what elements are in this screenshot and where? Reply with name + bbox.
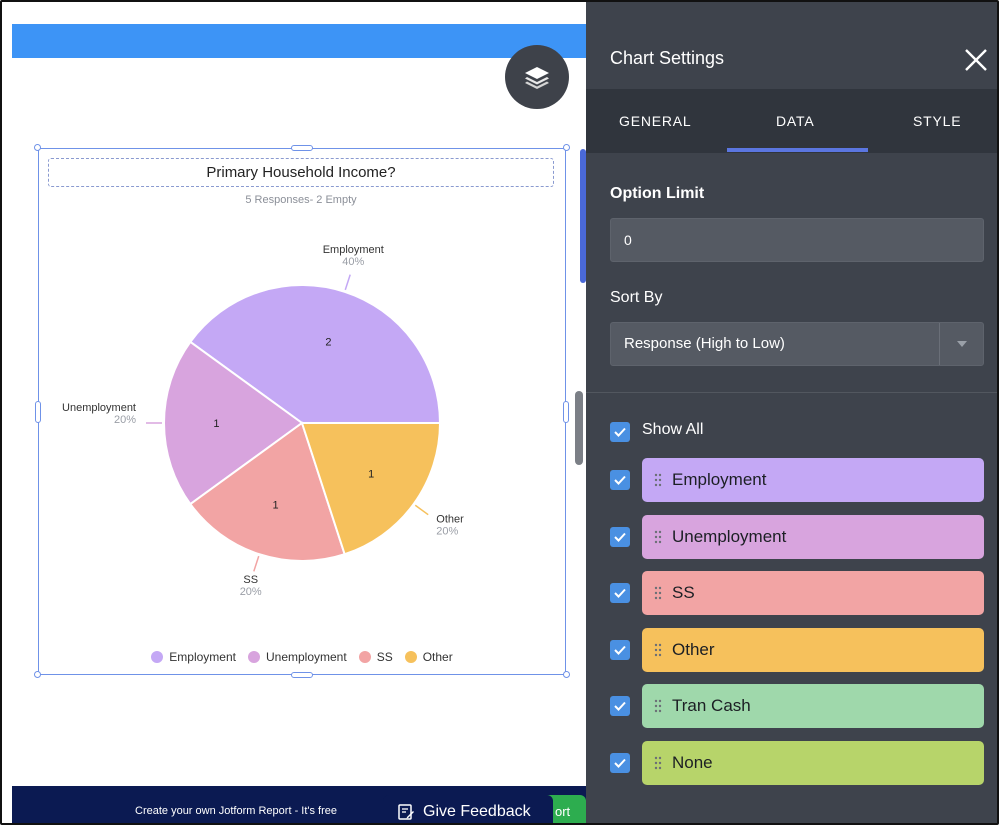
legend-dot-icon bbox=[358, 651, 371, 663]
page-top-bar bbox=[12, 24, 586, 58]
option-row[interactable]: None bbox=[642, 741, 984, 785]
chart-legend: Employment Unemployment SS Other bbox=[38, 650, 566, 664]
pie-chart: 2Employment40%1Unemployment20%1SS20%1Oth… bbox=[62, 244, 464, 598]
panel-divider bbox=[586, 392, 997, 393]
checkmark-icon bbox=[614, 427, 626, 437]
option-checkbox[interactable] bbox=[610, 527, 630, 547]
panel-title: Chart Settings bbox=[610, 48, 725, 68]
tab-style[interactable]: STYLE bbox=[913, 113, 961, 129]
option-checkbox[interactable] bbox=[610, 470, 630, 490]
chart-settings-panel: Chart Settings GENERAL DATA STYLE Option… bbox=[586, 2, 997, 823]
show-all-label: Show All bbox=[642, 421, 704, 438]
pie-leader-line bbox=[253, 555, 260, 572]
option-row[interactable]: Unemployment bbox=[642, 515, 984, 559]
option-label: None bbox=[672, 753, 713, 772]
legend-item[interactable]: Other bbox=[404, 650, 453, 664]
feedback-icon bbox=[398, 804, 414, 820]
option-checkbox[interactable] bbox=[610, 640, 630, 660]
drag-handle-icon bbox=[654, 756, 662, 770]
pie-value-label: 1 bbox=[272, 499, 278, 511]
legend-dot-icon bbox=[247, 651, 260, 663]
app-frame: Primary Household Income? 5 Responses- 2… bbox=[0, 0, 999, 825]
pie-value-label: 2 bbox=[325, 337, 331, 349]
legend-label: Unemployment bbox=[265, 650, 347, 664]
drag-handle-icon bbox=[654, 473, 662, 487]
pie-value-label: 1 bbox=[213, 418, 219, 430]
option-row[interactable]: Tran Cash bbox=[642, 684, 984, 728]
footer-promo-text[interactable]: Create your own Jotform Report - It's fr… bbox=[135, 805, 385, 817]
drag-handle-icon bbox=[654, 530, 662, 544]
layers-button[interactable] bbox=[505, 45, 569, 109]
option-checkbox[interactable] bbox=[610, 753, 630, 773]
pie-category-label: SS bbox=[243, 574, 258, 586]
show-all-checkbox[interactable] bbox=[610, 422, 630, 442]
checkmark-icon bbox=[614, 758, 626, 768]
checkmark-icon bbox=[614, 701, 626, 711]
pie-value-label: 1 bbox=[368, 468, 374, 480]
pie-category-label: Other bbox=[436, 514, 464, 526]
option-row[interactable]: Employment bbox=[642, 458, 984, 502]
active-tab-indicator bbox=[727, 148, 868, 152]
option-row[interactable]: SS bbox=[642, 571, 984, 615]
panel-header: Chart Settings bbox=[586, 2, 997, 89]
option-row[interactable]: Other bbox=[642, 628, 984, 672]
pie-percent-label: 20% bbox=[240, 586, 262, 598]
canvas-scrollbar-thumb[interactable] bbox=[575, 391, 583, 465]
sort-by-select[interactable]: Response (High to Low) bbox=[610, 322, 984, 366]
option-checkbox[interactable] bbox=[610, 583, 630, 603]
legend-dot-icon bbox=[404, 651, 417, 663]
pie-category-label: Employment bbox=[323, 244, 384, 256]
legend-item[interactable]: Unemployment bbox=[247, 650, 347, 664]
layers-icon bbox=[525, 67, 549, 89]
legend-dot-icon bbox=[151, 651, 164, 663]
drag-handle-icon bbox=[654, 699, 662, 713]
legend-item[interactable]: Employment bbox=[151, 650, 236, 664]
checkmark-icon bbox=[614, 588, 626, 598]
option-label: Other bbox=[672, 640, 715, 659]
option-limit-input[interactable]: 0 bbox=[610, 218, 984, 262]
pie-percent-label: 20% bbox=[436, 526, 458, 538]
option-checkbox[interactable] bbox=[610, 696, 630, 716]
close-icon bbox=[965, 49, 987, 71]
pie-leader-line bbox=[344, 274, 351, 291]
legend-label: SS bbox=[376, 650, 393, 664]
pie-leader-line bbox=[414, 504, 429, 516]
option-label: SS bbox=[672, 583, 695, 602]
checkmark-icon bbox=[614, 475, 626, 485]
drag-handle-icon bbox=[654, 586, 662, 600]
checkmark-icon bbox=[614, 532, 626, 542]
pie-percent-label: 20% bbox=[114, 414, 136, 426]
tab-general[interactable]: GENERAL bbox=[619, 113, 692, 129]
pie-category-label: Unemployment bbox=[62, 402, 136, 414]
tab-data[interactable]: DATA bbox=[776, 113, 814, 129]
legend-label: Employment bbox=[169, 650, 236, 664]
option-label: Tran Cash bbox=[672, 696, 751, 715]
legend-item[interactable]: SS bbox=[358, 650, 393, 664]
option-limit-label: Option Limit bbox=[610, 185, 705, 202]
option-label: Unemployment bbox=[672, 527, 787, 546]
give-feedback-button[interactable]: Give Feedback bbox=[383, 795, 553, 823]
option-label: Employment bbox=[672, 470, 767, 489]
pie-percent-label: 40% bbox=[342, 256, 364, 268]
give-feedback-label: Give Feedback bbox=[423, 803, 531, 820]
close-button[interactable] bbox=[962, 46, 990, 74]
drag-handle-icon bbox=[654, 643, 662, 657]
sort-by-value: Response (High to Low) bbox=[624, 335, 785, 352]
checkmark-icon bbox=[614, 645, 626, 655]
settings-tabs: GENERAL DATA STYLE bbox=[586, 89, 997, 153]
sort-by-label: Sort By bbox=[610, 289, 663, 306]
legend-label: Other bbox=[422, 650, 453, 664]
dropdown-arrow-icon bbox=[939, 323, 983, 365]
report-canvas: Primary Household Income? 5 Responses- 2… bbox=[2, 2, 586, 823]
